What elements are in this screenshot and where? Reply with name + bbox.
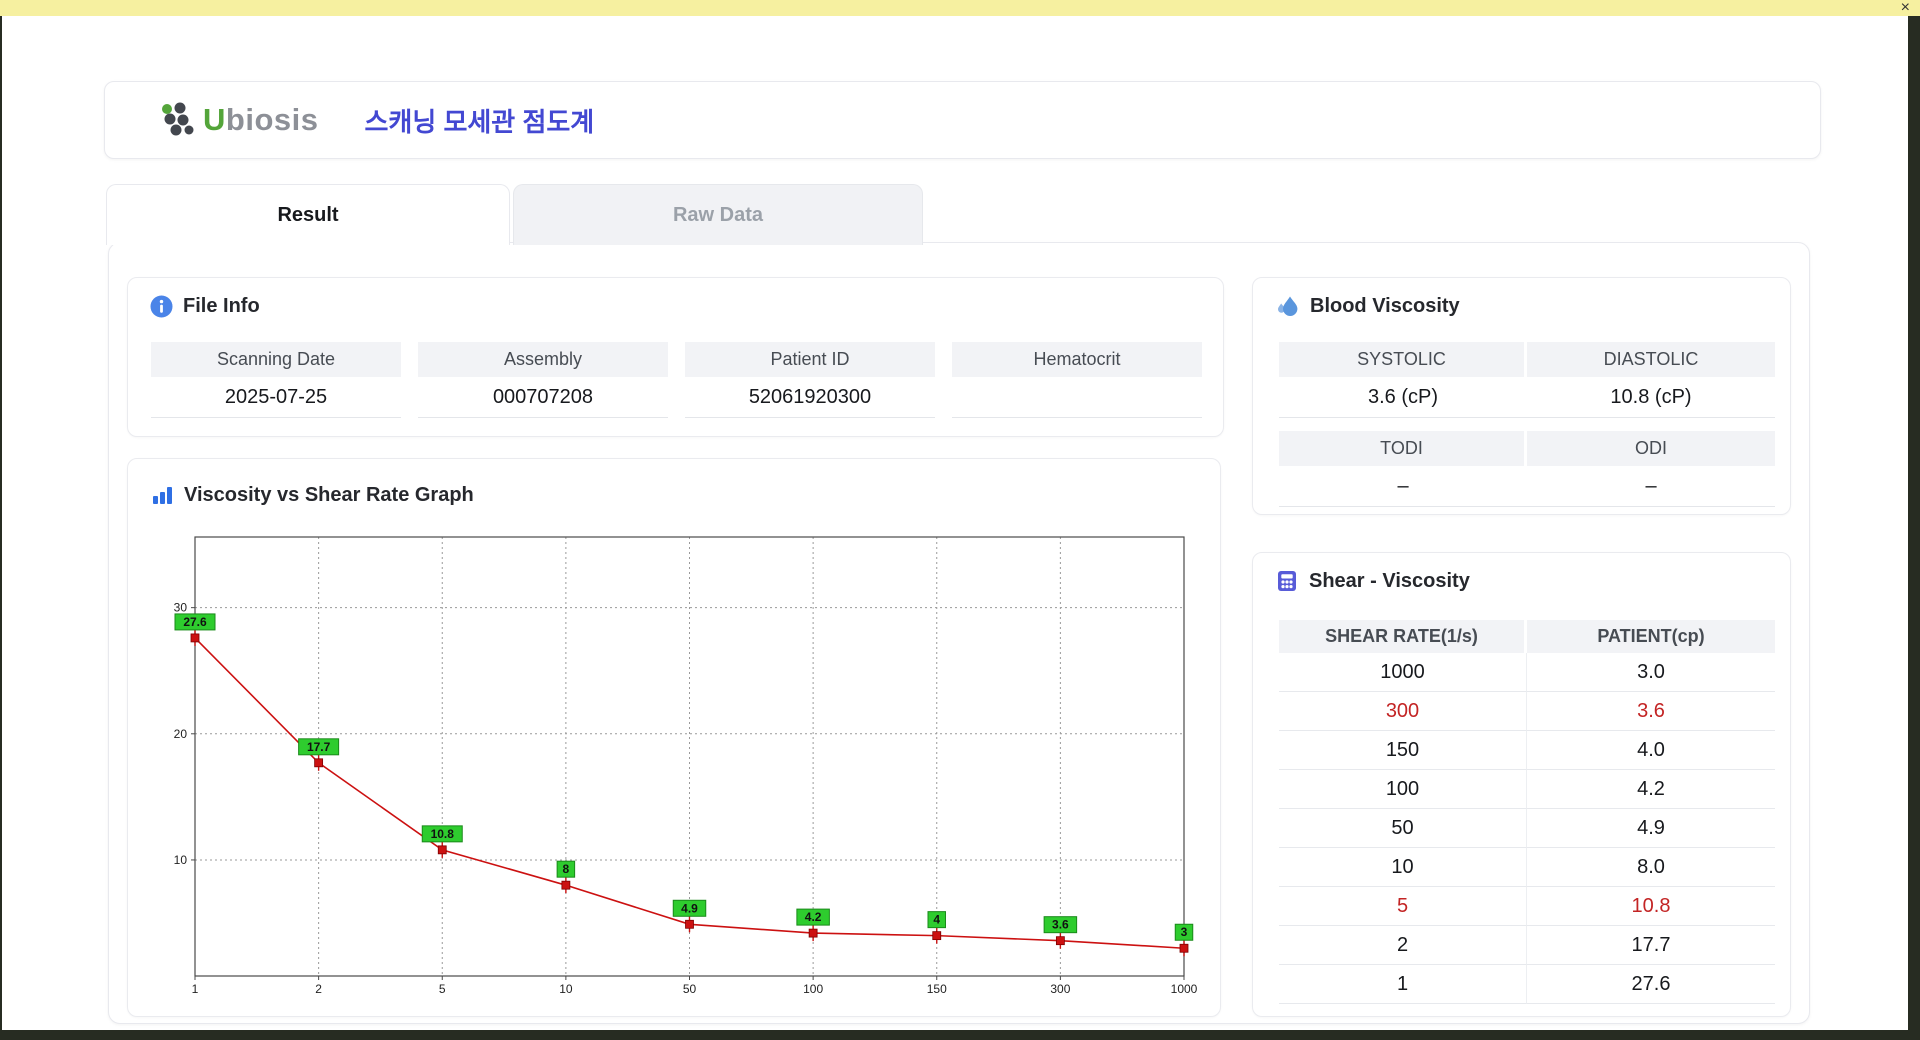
field-value: 000707208: [418, 377, 668, 418]
field-label: Patient ID: [685, 342, 935, 377]
svg-text:4: 4: [933, 913, 940, 927]
table-cell: 1000: [1279, 653, 1527, 692]
field-label: Assembly: [418, 342, 668, 377]
blood-viscosity-panel: Blood Viscosity SYSTOLIC DIASTOLIC 3.6 (…: [1252, 277, 1791, 515]
field-label: Scanning Date: [151, 342, 401, 377]
close-icon[interactable]: ×: [1901, 0, 1910, 16]
metric-value: –: [1527, 466, 1775, 507]
tab-result[interactable]: Result: [106, 184, 510, 245]
graph-panel: Viscosity vs Shear Rate Graph 27.6 17.7 10…: [127, 458, 1221, 1017]
metric-label: ODI: [1527, 431, 1775, 466]
table-cell: 5: [1279, 887, 1527, 926]
table-cell: 27.6: [1527, 965, 1775, 1004]
calculator-icon: [1275, 569, 1299, 593]
table-cell: 17.7: [1527, 926, 1775, 965]
table-row: 1 27.6: [1279, 965, 1775, 1004]
svg-text:2: 2: [315, 982, 322, 996]
info-circle-icon: [150, 295, 173, 318]
svg-text:5: 5: [439, 982, 446, 996]
svg-text:1000: 1000: [1171, 982, 1198, 996]
table-row: 1000 3.0: [1279, 653, 1775, 692]
column-header: SHEAR RATE(1/s): [1279, 620, 1527, 653]
logo-text: Ubiosis: [203, 102, 319, 137]
svg-text:300: 300: [1050, 982, 1070, 996]
table-header-row: SHEAR RATE(1/s) PATIENT(cp): [1279, 620, 1775, 653]
svg-text:10.8: 10.8: [431, 827, 455, 841]
metric-label: TODI: [1279, 431, 1527, 466]
shear-viscosity-panel: Shear - Viscosity SHEAR RATE(1/s) PATIEN…: [1252, 552, 1791, 1017]
field-value: 2025-07-25: [151, 377, 401, 418]
metric-label: DIASTOLIC: [1527, 342, 1775, 377]
shear-table-body: 1000 3.0 300 3.6 150 4.0 100 4.2 50 4.9 10 8.0 5 10.8…: [1279, 653, 1775, 1004]
metric-label: SYSTOLIC: [1279, 342, 1527, 377]
shear-viscosity-table: SHEAR RATE(1/s) PATIENT(cp) 1000 3.0 300 3.…: [1279, 620, 1775, 1004]
table-cell: 300: [1279, 692, 1527, 731]
svg-text:1: 1: [192, 982, 199, 996]
table-cell: 2: [1279, 926, 1527, 965]
svg-text:10: 10: [174, 853, 188, 867]
result-content: File Info Scanning Date 2025-07-25 Assem…: [108, 242, 1810, 1024]
table-cell: 4.0: [1527, 731, 1775, 770]
table-row: 50 4.9: [1279, 809, 1775, 848]
window-titlebar: ×: [0, 0, 1920, 16]
table-row: 5 10.8: [1279, 887, 1775, 926]
table-cell: 10.8: [1527, 887, 1775, 926]
table-row: 10 8.0: [1279, 848, 1775, 887]
app-window: Ubiosis 스캐닝 모세관 점도계 Result Raw Data File…: [2, 16, 1908, 1030]
svg-text:8: 8: [563, 862, 570, 876]
table-cell: 8.0: [1527, 848, 1775, 887]
file-info-panel: File Info Scanning Date 2025-07-25 Assem…: [127, 277, 1224, 437]
svg-text:3: 3: [1181, 925, 1188, 939]
blood-viscosity-grid: SYSTOLIC DIASTOLIC 3.6 (cP) 10.8 (cP) TO…: [1279, 342, 1775, 507]
svg-text:3.6: 3.6: [1052, 918, 1069, 932]
ubiosis-logo: Ubiosis: [157, 100, 318, 140]
table-row: 150 4.0: [1279, 731, 1775, 770]
metric-value: –: [1279, 466, 1527, 507]
column-header: PATIENT(cp): [1527, 620, 1775, 653]
svg-text:4.9: 4.9: [681, 901, 698, 915]
app-header: Ubiosis 스캐닝 모세관 점도계: [104, 81, 1821, 159]
grape-cluster-logo-icon: [157, 100, 199, 140]
field-value: [952, 377, 1202, 418]
table-cell: 10: [1279, 848, 1527, 887]
svg-text:10: 10: [559, 982, 573, 996]
metric-value: 10.8 (cP): [1527, 377, 1775, 418]
tab-raw-data[interactable]: Raw Data: [513, 184, 923, 245]
file-info-grid: Scanning Date 2025-07-25 Assembly 000707…: [151, 342, 1202, 418]
svg-text:27.6: 27.6: [183, 615, 207, 629]
svg-text:100: 100: [803, 982, 823, 996]
table-cell: 150: [1279, 731, 1527, 770]
table-row: 100 4.2: [1279, 770, 1775, 809]
table-cell: 3.6: [1527, 692, 1775, 731]
table-cell: 4.9: [1527, 809, 1775, 848]
svg-text:150: 150: [927, 982, 947, 996]
svg-text:30: 30: [174, 601, 188, 615]
table-cell: 50: [1279, 809, 1527, 848]
svg-text:20: 20: [174, 727, 188, 741]
table-row: 300 3.6: [1279, 692, 1775, 731]
svg-text:50: 50: [683, 982, 697, 996]
svg-text:17.7: 17.7: [307, 740, 331, 754]
shear-viscosity-title: Shear - Viscosity: [1309, 569, 1470, 592]
field-value: 52061920300: [685, 377, 935, 418]
table-row: 2 17.7: [1279, 926, 1775, 965]
viscosity-chart: 27.6 17.7 10.8 8 4.9 4.2 4 3.6 3 10 20 30 1 2 5 10 50 100…: [174, 536, 1198, 996]
droplet-icon: [1275, 294, 1300, 319]
table-cell: 100: [1279, 770, 1527, 809]
file-info-title: File Info: [183, 294, 260, 317]
tab-bar: Result Raw Data: [106, 184, 923, 245]
field-label: Hematocrit: [952, 342, 1202, 377]
page-title: 스캐닝 모세관 점도계: [364, 106, 595, 137]
table-cell: 1: [1279, 965, 1527, 1004]
svg-text:4.2: 4.2: [805, 910, 822, 924]
table-cell: 4.2: [1527, 770, 1775, 809]
table-cell: 3.0: [1527, 653, 1775, 692]
metric-value: 3.6 (cP): [1279, 377, 1527, 418]
blood-viscosity-title: Blood Viscosity: [1310, 294, 1460, 317]
